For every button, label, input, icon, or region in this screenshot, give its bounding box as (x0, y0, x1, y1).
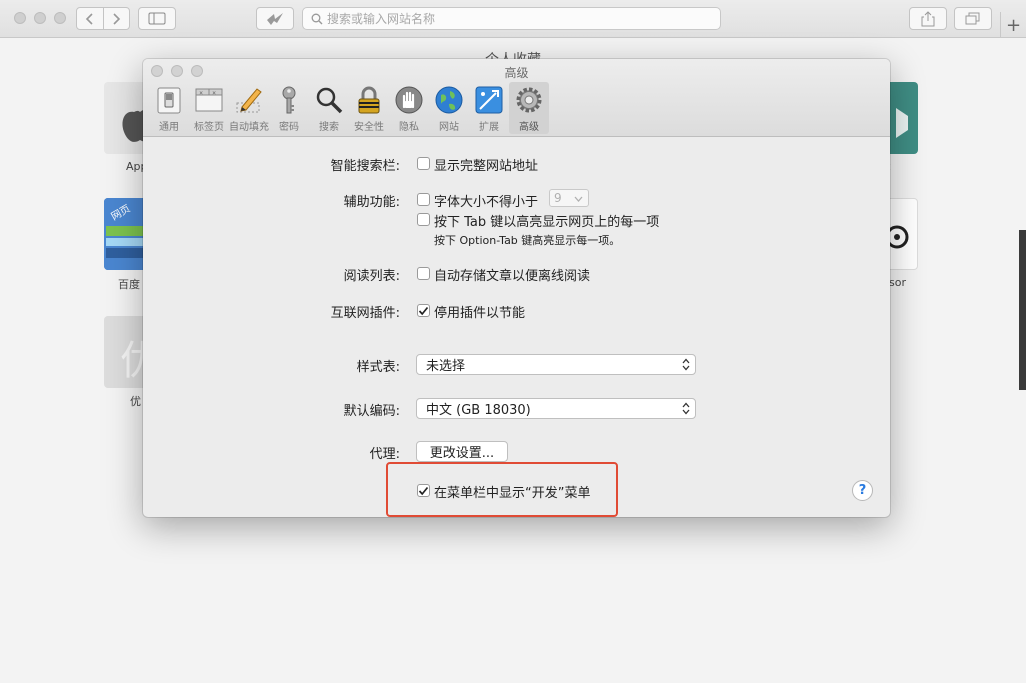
min-font-size-value: 9 (554, 191, 562, 205)
address-placeholder: 搜索或输入网站名称 (327, 12, 436, 26)
preferences-title: 高级 (504, 66, 529, 80)
window-edge (1019, 230, 1026, 390)
min-font-size-checkbox[interactable] (417, 193, 430, 206)
sidebar-button[interactable] (138, 7, 176, 30)
tab-general[interactable]: 通用 (149, 82, 189, 134)
tab-search[interactable]: 搜索 (309, 82, 349, 134)
back-button[interactable] (77, 8, 104, 29)
tab-extensions[interactable]: 扩展 (469, 82, 509, 134)
tab-highlight-label: 按下 Tab 键以高亮显示网页上的每一项 (434, 215, 660, 230)
save-articles-offline-label: 自动存储文章以便离线阅读 (434, 269, 591, 284)
annotation-highlight-box (386, 462, 618, 517)
forward-button[interactable] (104, 8, 130, 29)
encoding-label: 默认编码: (343, 404, 400, 419)
tab-label: 高级 (519, 122, 539, 133)
svg-text:×: × (199, 91, 203, 97)
tab-label: 搜索 (319, 122, 339, 133)
tab-websites[interactable]: 网站 (429, 82, 469, 134)
close-window-button[interactable] (14, 12, 26, 24)
tab-label: 网站 (439, 122, 459, 133)
tab-advanced[interactable]: 高级 (509, 82, 549, 134)
stylesheet-value: 未选择 (426, 359, 466, 374)
help-button[interactable]: ? (852, 480, 873, 501)
accessibility-label: 辅助功能: (343, 195, 400, 210)
address-bar[interactable]: 搜索或输入网站名称 (302, 7, 721, 30)
magnifier-icon (316, 87, 343, 114)
tab-privacy[interactable]: 隐私 (389, 82, 429, 134)
extensions-icon (475, 86, 503, 114)
browser-toolbar: 搜索或输入网站名称 + (0, 0, 1026, 38)
updown-arrows-icon (682, 358, 690, 371)
chevron-down-icon (574, 196, 583, 202)
gear-icon (516, 87, 542, 113)
tab-label: 密码 (279, 122, 299, 133)
new-tab-button[interactable]: + (1000, 12, 1026, 38)
bird-icon (267, 12, 283, 25)
nav-buttons (76, 7, 130, 30)
tabs-icon: × × (195, 88, 223, 112)
stylesheet-label: 样式表: (356, 360, 400, 375)
lock-icon (358, 86, 380, 114)
smart-search-label: 智能搜索栏: (330, 159, 400, 174)
updown-arrows-icon (682, 402, 690, 415)
tab-label: 自动填充 (229, 122, 269, 133)
preferences-tabs: 通用 × × 标签页 自动填充 密码 搜索 安全性 隐私 网站 扩展 高级 (149, 82, 549, 134)
show-full-address-checkbox[interactable] (417, 157, 430, 170)
autofill-pencil-icon (236, 88, 262, 113)
change-proxy-settings-button[interactable]: 更改设置... (416, 441, 508, 462)
tab-label: 扩展 (479, 122, 499, 133)
tab-overview-button[interactable] (954, 7, 992, 30)
encoding-value: 中文 (GB 18030) (426, 403, 531, 418)
globe-icon (435, 86, 463, 114)
general-switch-icon (157, 87, 181, 114)
share-icon (921, 10, 935, 26)
tab-highlight-checkbox[interactable] (417, 213, 430, 226)
tab-label: 通用 (159, 122, 179, 133)
proxy-label: 代理: (369, 447, 400, 462)
chevron-left-icon (85, 12, 93, 25)
tab-security[interactable]: 安全性 (349, 82, 389, 134)
zoom-window-button[interactable] (54, 12, 66, 24)
min-font-size-label: 字体大小不得小于 (434, 195, 539, 210)
svg-text:×: × (212, 91, 216, 97)
share-button[interactable] (909, 7, 947, 30)
preferences-window: 高级 通用 × × 标签页 自动填充 密码 搜索 安全性 隐私 网站 扩展 高级… (143, 59, 890, 517)
hand-icon (395, 86, 423, 114)
reading-list-label: 阅读列表: (343, 269, 400, 284)
minimize-window-button[interactable] (34, 12, 46, 24)
favorite-label-baidu: 百度 (118, 278, 140, 291)
encoding-select[interactable]: 中文 (GB 18030) (416, 398, 696, 419)
tab-label: 安全性 (354, 122, 384, 133)
top-sites-button[interactable] (256, 7, 294, 30)
chevron-right-icon (113, 12, 121, 25)
preferences-header: 高级 通用 × × 标签页 自动填充 密码 搜索 安全性 隐私 网站 扩展 高级 (143, 59, 890, 137)
checkmark-icon (418, 306, 429, 315)
min-font-size-select[interactable]: 9 (549, 189, 589, 207)
tab-highlight-note: 按下 Option-Tab 键高亮显示每一项。 (434, 234, 621, 247)
tab-label: 隐私 (399, 122, 419, 133)
save-articles-offline-checkbox[interactable] (417, 267, 430, 280)
tab-label: 标签页 (194, 122, 224, 133)
tab-overview-icon (965, 12, 980, 24)
key-icon (282, 86, 296, 114)
plugins-label: 互联网插件: (330, 306, 400, 321)
tab-autofill[interactable]: 自动填充 (229, 82, 269, 134)
favorite-label-youku: 优 (130, 395, 141, 408)
stylesheet-select[interactable]: 未选择 (416, 354, 696, 375)
search-icon (311, 13, 323, 24)
stop-plugins-label: 停用插件以节能 (434, 306, 526, 321)
show-full-address-label: 显示完整网站地址 (434, 159, 539, 174)
sidebar-icon (148, 12, 166, 25)
stop-plugins-checkbox[interactable] (417, 304, 430, 317)
tab-passwords[interactable]: 密码 (269, 82, 309, 134)
tab-tabs[interactable]: × × 标签页 (189, 82, 229, 134)
